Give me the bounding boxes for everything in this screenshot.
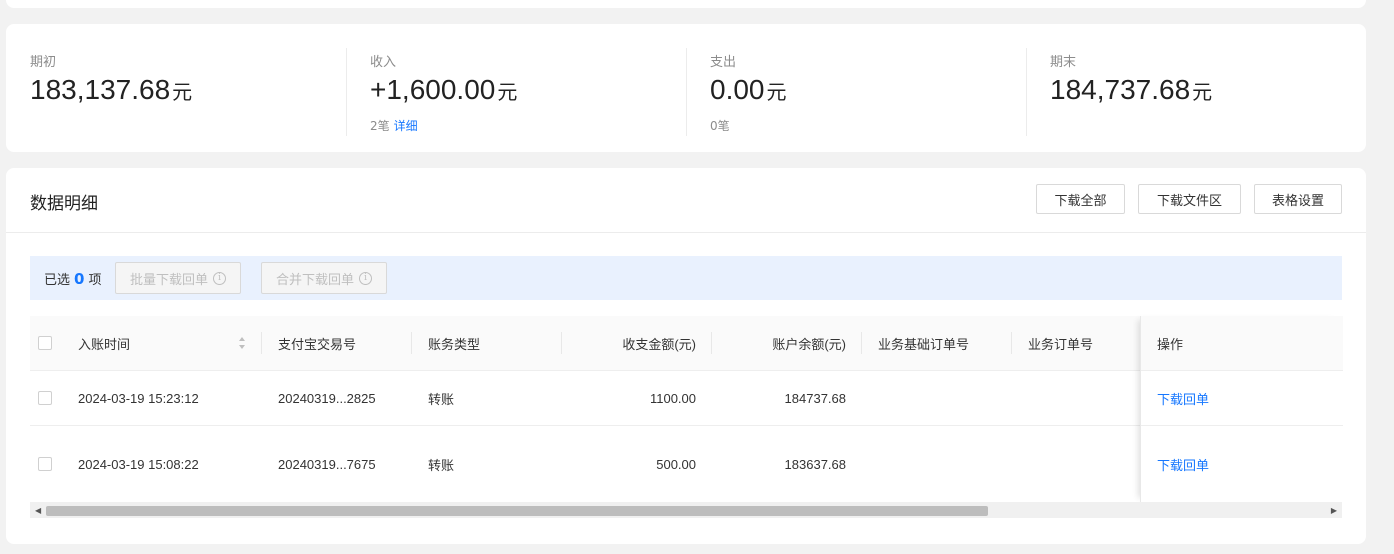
selection-count: 已选 0 项 [44,270,102,288]
divider [6,232,1366,233]
cell-amount: 1100.00 [649,390,696,406]
cell-type: 转账 [428,391,455,407]
row-checkbox[interactable] [38,426,52,502]
col-time[interactable]: 入账时间 [78,316,246,370]
col-action: 操作 [1157,336,1184,352]
stat-closing: 期末 184,737.68 元 [1026,24,1366,152]
stat-opening: 期初 183,137.68 元 [6,24,346,152]
cell-balance: 183637.68 [784,456,846,472]
info-icon: i [213,271,227,285]
row-checkbox[interactable] [38,371,52,425]
cell-time: 2024-03-19 15:08:22 [78,456,199,472]
download-receipt-link[interactable]: 下载回单 [1157,371,1209,425]
select-all-checkbox[interactable] [38,316,52,370]
stat-expense: 支出 0.00 元 0笔 [686,24,1026,152]
cell-time: 2024-03-19 15:23:12 [78,390,199,406]
cell-amount: 500.00 [656,456,696,472]
fixed-action-column: 操作 下载回单 下载回单 [1140,316,1343,502]
cell-balance: 184737.68 [784,390,846,406]
download-receipt-link[interactable]: 下载回单 [1157,426,1209,502]
col-trade-no: 支付宝交易号 [278,336,357,352]
stat-expense-value: 0.00 元 [710,74,787,105]
col-amount: 收支金额(元) [622,336,696,352]
stat-closing-value: 184,737.68 元 [1050,74,1213,105]
top-card [6,0,1366,8]
stat-income-value: +1,600.00 元 [370,74,518,105]
info-icon: i [359,271,373,285]
sort-icon[interactable] [238,336,246,350]
merge-download-button[interactable]: 合并下载回单 i [261,262,388,294]
detail-card: 数据明细 下载全部 下载文件区 表格设置 已选 0 项 批量下载回单 i 合并下载回单… [6,168,1366,544]
table-settings-button[interactable]: 表格设置 [1254,184,1342,214]
col-base-order: 业务基础订单号 [878,336,970,352]
scrollbar-thumb[interactable] [46,506,988,516]
download-files-button[interactable]: 下载文件区 [1138,184,1241,214]
stat-opening-value: 183,137.68 元 [30,74,193,105]
stat-closing-label: 期末 [1050,55,1077,70]
batch-download-button[interactable]: 批量下载回单 i [115,262,242,294]
col-balance: 账户余额(元) [772,336,846,352]
stat-income-count: 2笔 详细 [370,119,418,133]
scroll-left-arrow-icon[interactable]: ◀ [35,506,41,515]
stat-income-label: 收入 [370,55,397,70]
scroll-right-arrow-icon[interactable]: ▶ [1331,506,1337,515]
download-all-button[interactable]: 下载全部 [1036,184,1125,214]
stat-opening-label: 期初 [30,55,57,70]
summary-card: 期初 183,137.68 元 收入 +1,600.00 元 2笔 详细 支出 0.0… [6,24,1366,152]
cell-trade-no: 20240319...2825 [278,390,376,406]
data-table: 入账时间 支付宝交易号 账务类型 收支金额(元) 账户余额(元) 业务基础订单号… [30,316,1343,503]
stat-income: 收入 +1,600.00 元 2笔 详细 [346,24,686,152]
col-type: 账务类型 [428,336,481,352]
stat-expense-label: 支出 [710,55,737,70]
detail-title: 数据明细 [30,194,98,214]
col-order: 业务订单号 [1028,336,1094,352]
horizontal-scrollbar[interactable]: ◀ ▶ [30,502,1342,518]
cell-trade-no: 20240319...7675 [278,456,376,472]
income-detail-link[interactable]: 详细 [394,119,418,133]
cell-type: 转账 [428,457,455,473]
stat-expense-count: 0笔 [710,119,730,133]
selection-bar: 已选 0 项 批量下载回单 i 合并下载回单 i [30,256,1342,300]
